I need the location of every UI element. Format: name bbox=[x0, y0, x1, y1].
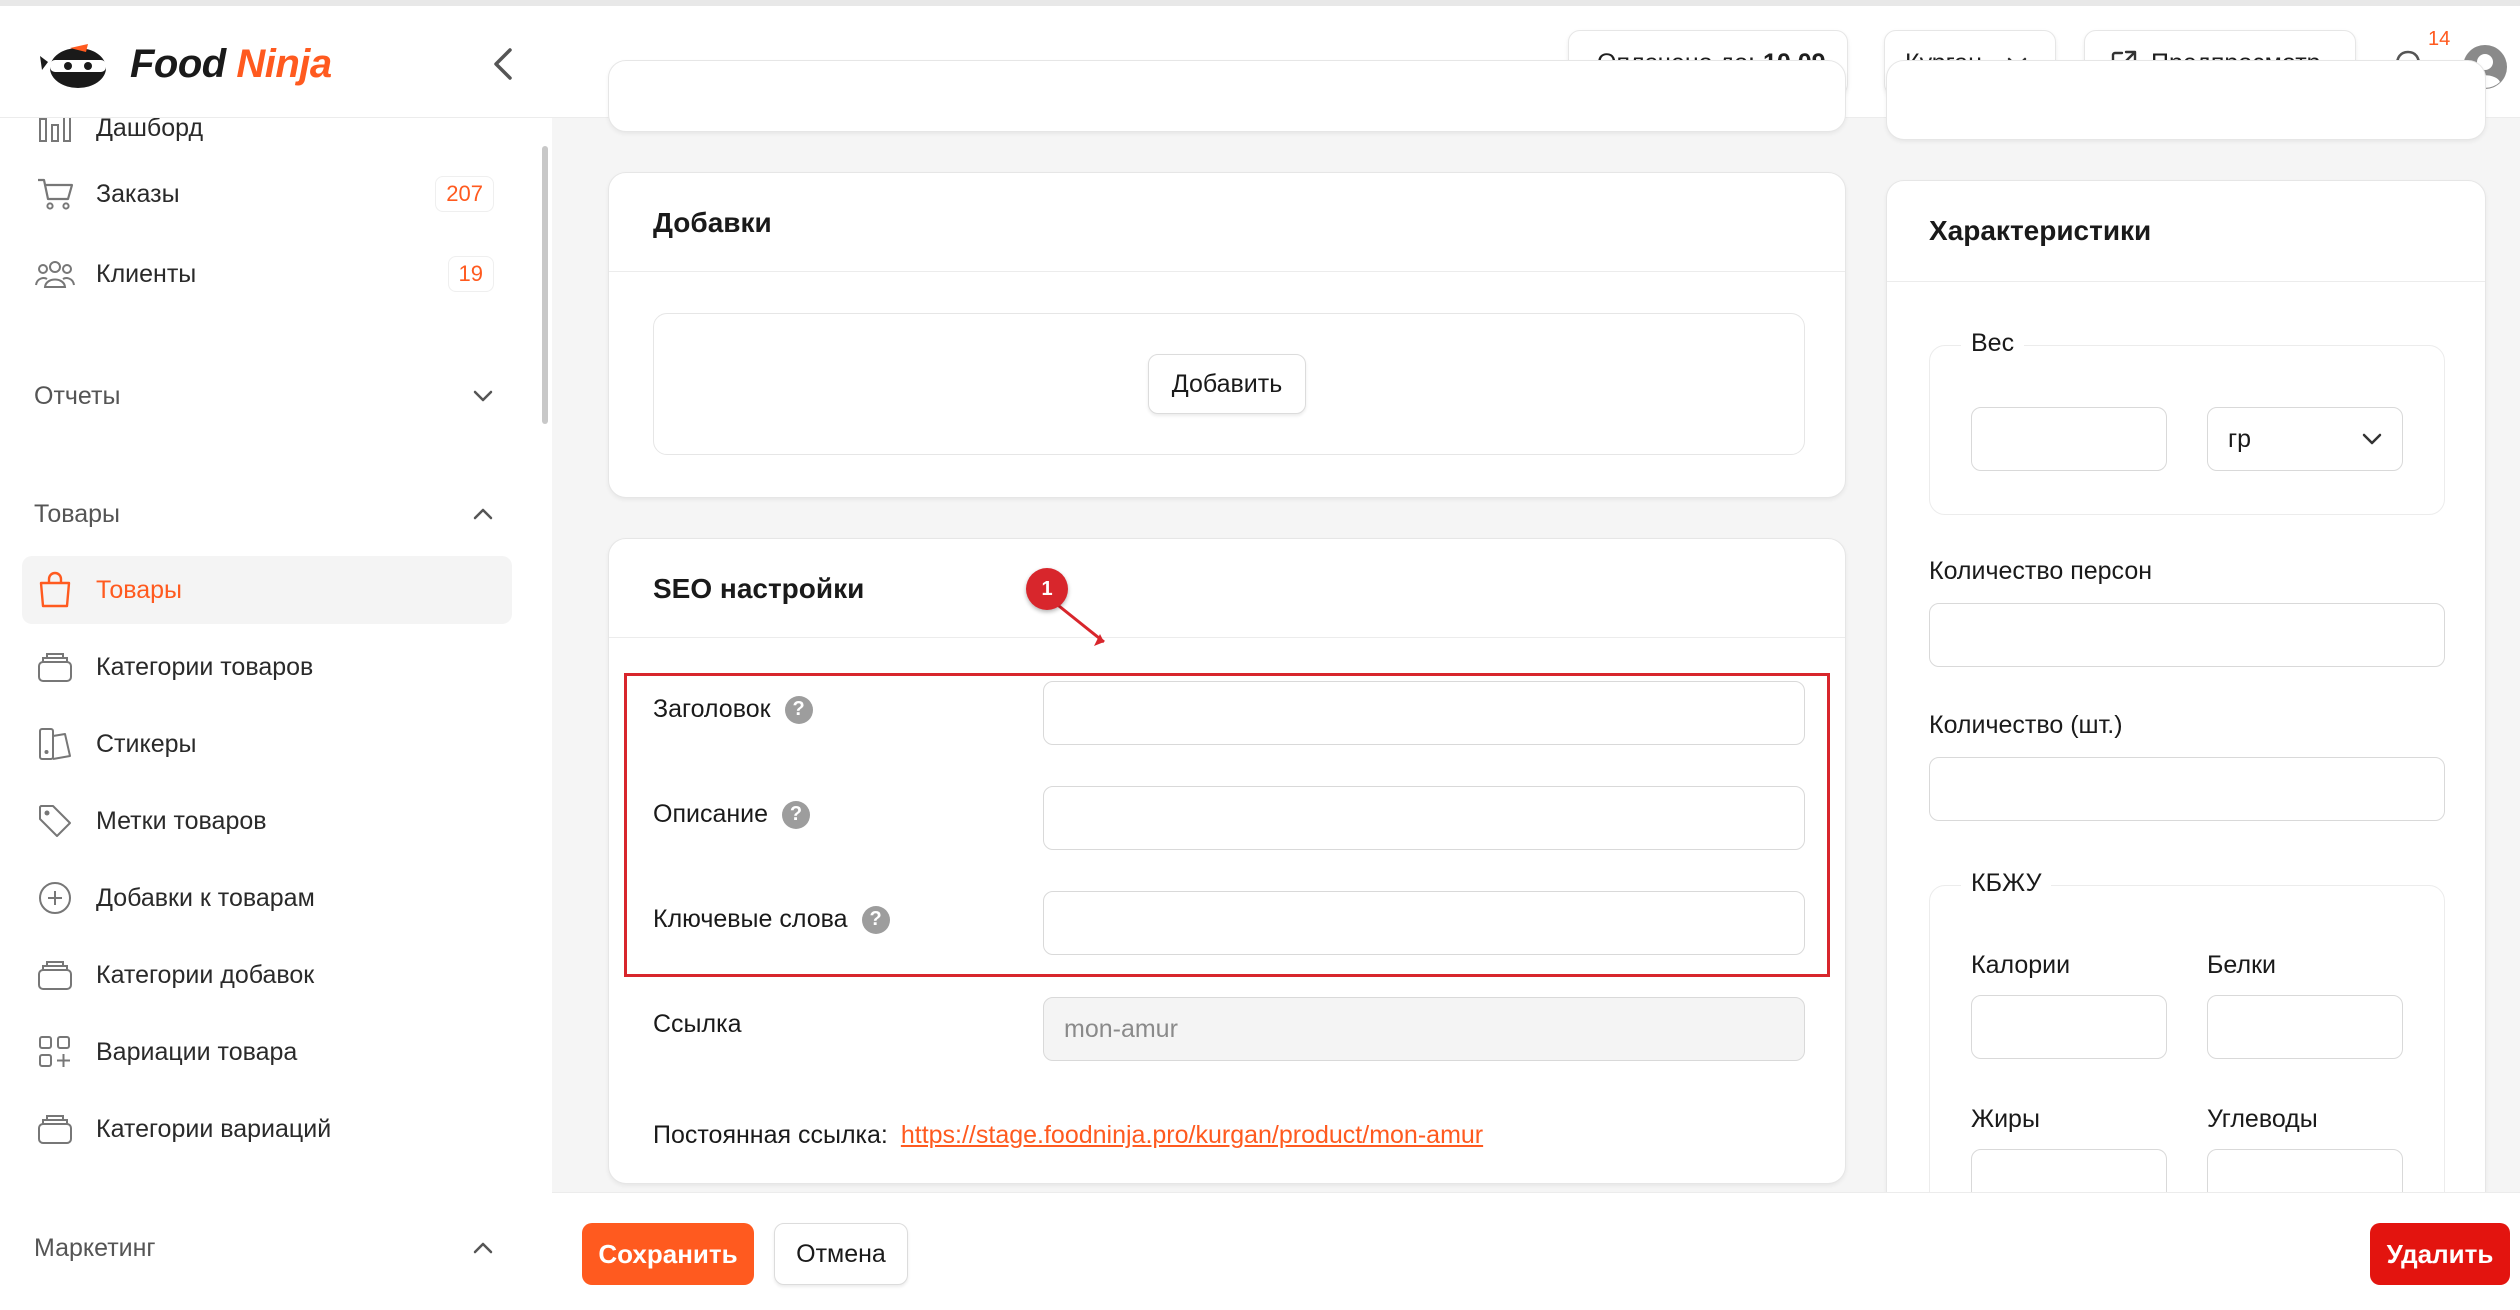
addons-card: Добавки Добавить bbox=[608, 172, 1846, 498]
chevron-left-icon bbox=[494, 48, 512, 80]
sidebar-section-label: Товары bbox=[34, 499, 120, 528]
field-label-text: Ссылка bbox=[653, 1010, 742, 1038]
sidebar-item-label: Категории добавок bbox=[96, 960, 315, 989]
annotation-marker: 1 bbox=[1026, 568, 1068, 610]
sidebar-section-label: Отчеты bbox=[34, 381, 121, 410]
fats-label: Жиры bbox=[1971, 1105, 2040, 1133]
card-divider bbox=[1887, 281, 2485, 282]
dashboard-icon bbox=[34, 118, 76, 149]
grid-plus-icon bbox=[34, 1031, 76, 1073]
sidebar-item-label: Вариации товара bbox=[96, 1037, 298, 1066]
save-button[interactable]: Сохранить bbox=[582, 1223, 754, 1285]
annotation-highlight-box bbox=[624, 673, 1830, 977]
weight-input[interactable] bbox=[1971, 407, 2167, 471]
proteins-input[interactable] bbox=[2207, 995, 2403, 1059]
weight-legend: Вес bbox=[1961, 329, 2025, 358]
addons-title: Добавки bbox=[653, 207, 772, 238]
previous-card-remainder bbox=[608, 60, 1846, 132]
sidebar-section-label: Маркетинг bbox=[34, 1233, 156, 1262]
permalink-row: Постоянная ссылка: https://stage.foodnin… bbox=[653, 1121, 1483, 1150]
sticker-icon bbox=[34, 723, 76, 765]
shopping-bag-icon bbox=[34, 569, 76, 611]
weight-unit-select[interactable]: гр bbox=[2207, 407, 2403, 471]
proteins-label: Белки bbox=[2207, 951, 2276, 979]
quantity-input[interactable] bbox=[1929, 757, 2445, 821]
chevron-down-icon bbox=[473, 390, 493, 402]
users-icon bbox=[34, 253, 76, 295]
sidebar-item-label: Категории вариаций bbox=[96, 1114, 332, 1143]
slug-field-label: Ссылка bbox=[653, 1010, 742, 1039]
sidebar-item-addon-categories[interactable]: Категории добавок bbox=[22, 941, 512, 1009]
chevron-down-icon bbox=[2362, 433, 2382, 445]
sidebar-section-marketing[interactable]: Маркетинг bbox=[34, 1223, 494, 1273]
brand-word-food: Food bbox=[130, 41, 226, 86]
characteristics-card: Характеристики Вес гр Количество персон … bbox=[1886, 180, 2486, 1298]
calories-input[interactable] bbox=[1971, 995, 2167, 1059]
chevron-up-icon bbox=[473, 1242, 493, 1254]
persons-input[interactable] bbox=[1929, 603, 2445, 667]
permalink-label: Постоянная ссылка: bbox=[653, 1121, 888, 1149]
persons-label: Количество персон bbox=[1929, 557, 2153, 585]
sidebar-section-reports[interactable]: Отчеты bbox=[34, 371, 494, 421]
kbju-legend: КБЖУ bbox=[1961, 869, 2052, 898]
collapse-sidebar-button[interactable] bbox=[486, 42, 522, 86]
sidebar-item-products[interactable]: Товары bbox=[22, 556, 512, 624]
tag-icon bbox=[34, 800, 76, 842]
sidebar-item-label: Метки товаров bbox=[96, 806, 267, 835]
sidebar-item-variations[interactable]: Вариации товара bbox=[22, 1018, 512, 1086]
weight-unit-value: гр bbox=[2228, 424, 2252, 453]
brand-wordmark: Food Ninja bbox=[130, 42, 332, 87]
characteristics-title: Характеристики bbox=[1929, 215, 2152, 246]
cancel-button[interactable]: Отмена bbox=[774, 1223, 908, 1285]
form-action-bar: Сохранить Отмена Удалить bbox=[552, 1192, 2520, 1310]
cart-icon bbox=[34, 173, 76, 215]
sidebar-item-tags[interactable]: Метки товаров bbox=[22, 787, 512, 855]
sidebar-item-orders[interactable]: Заказы 207 bbox=[22, 160, 512, 228]
sidebar-item-stickers[interactable]: Стикеры bbox=[22, 710, 512, 778]
seo-title: SEO настройки bbox=[653, 573, 865, 604]
addons-list-area: Добавить bbox=[653, 313, 1805, 455]
sidebar-item-label: Товары bbox=[96, 575, 182, 604]
sidebar-item-variation-categories[interactable]: Категории вариаций bbox=[22, 1095, 512, 1163]
card-divider bbox=[609, 271, 1845, 272]
card-divider bbox=[609, 637, 1845, 638]
quantity-label: Количество (шт.) bbox=[1929, 711, 2123, 739]
sidebar-item-label: Дашборд bbox=[96, 118, 204, 142]
stack-icon bbox=[34, 646, 76, 688]
slug-input[interactable]: mon-amur bbox=[1043, 997, 1805, 1061]
sidebar-item-label: Добавки к товарам bbox=[96, 883, 315, 912]
sidebar-item-product-addons[interactable]: Добавки к товарам bbox=[22, 864, 512, 932]
brand-logo[interactable]: Food Ninja bbox=[40, 36, 332, 92]
chevron-up-icon bbox=[473, 508, 493, 520]
sidebar-item-clients[interactable]: Клиенты 19 bbox=[22, 240, 512, 308]
sidebar-item-label: Заказы bbox=[96, 179, 180, 208]
calories-label: Калории bbox=[1971, 951, 2071, 979]
sidebar-item-dashboard[interactable]: Дашборд bbox=[22, 118, 512, 162]
sidebar-section-goods[interactable]: Товары bbox=[34, 489, 494, 539]
plus-circle-icon bbox=[34, 877, 76, 919]
sidebar-item-product-categories[interactable]: Категории товаров bbox=[22, 633, 512, 701]
delete-button[interactable]: Удалить bbox=[2370, 1223, 2510, 1285]
add-addon-button[interactable]: Добавить bbox=[1148, 354, 1306, 414]
orders-count-badge: 207 bbox=[435, 176, 494, 212]
clients-count-badge: 19 bbox=[447, 256, 494, 292]
sidebar-item-label: Категории товаров bbox=[96, 652, 314, 681]
previous-right-card-remainder bbox=[1886, 60, 2486, 140]
notifications-count: 14 bbox=[2428, 28, 2451, 50]
sidebar: Дашборд Заказы 207 Клиенты 19 Отчеты Тов… bbox=[0, 118, 552, 1310]
carbs-label: Углеводы bbox=[2207, 1105, 2318, 1133]
brand-word-ninja: Ninja bbox=[236, 41, 332, 86]
sidebar-item-label: Стикеры bbox=[96, 729, 197, 758]
stack-icon bbox=[34, 1108, 76, 1150]
ninja-logo-icon bbox=[40, 44, 106, 88]
sidebar-scrollbar[interactable] bbox=[542, 146, 548, 424]
sidebar-item-label: Клиенты bbox=[96, 259, 197, 288]
permalink-link[interactable]: https://stage.foodninja.pro/kurgan/produ… bbox=[901, 1121, 1483, 1149]
stack-icon bbox=[34, 954, 76, 996]
